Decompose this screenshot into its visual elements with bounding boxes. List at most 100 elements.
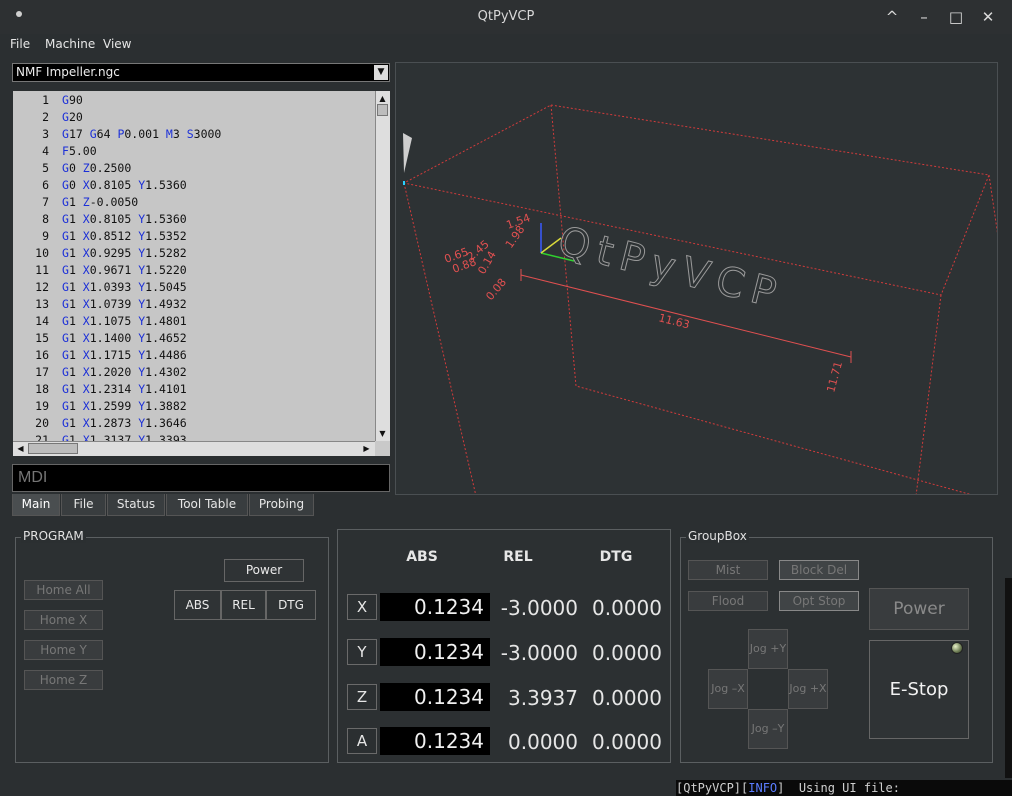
log-level: INFO bbox=[748, 781, 778, 795]
home-all-button[interactable]: Home All bbox=[24, 580, 103, 600]
vertical-scroll-thumb[interactable] bbox=[377, 104, 388, 116]
scroll-corner bbox=[375, 441, 390, 456]
backplot-3d-view[interactable]: QtPyVCP 11.63 11.71 0.08 1.54 1.98 2.45 … bbox=[395, 62, 998, 495]
axis-a-button[interactable]: A bbox=[347, 728, 377, 754]
line-number: 17 bbox=[35, 365, 49, 379]
gcode-line[interactable]: 12 G1 X1.0393 Y1.5045 bbox=[13, 279, 375, 296]
jog-x-minus-button[interactable]: Jog –X bbox=[708, 669, 748, 709]
gcode-line[interactable]: 10 G1 X0.9295 Y1.5282 bbox=[13, 245, 375, 262]
log-message: ] Using UI file: bbox=[777, 781, 908, 795]
gcode-line[interactable]: 2 G20 bbox=[13, 109, 375, 126]
minimize-button[interactable]: – bbox=[913, 6, 935, 28]
close-button[interactable]: ✕ bbox=[977, 6, 999, 28]
home-z-button[interactable]: Home Z bbox=[24, 670, 103, 690]
line-code: G0 Z0.2500 bbox=[62, 161, 132, 175]
gcode-line[interactable]: 20 G1 X1.2873 Y1.3646 bbox=[13, 415, 375, 432]
line-code: G1 X1.2314 Y1.4101 bbox=[62, 382, 187, 396]
line-number: 10 bbox=[35, 246, 49, 260]
dro-rel-mode-button[interactable]: REL bbox=[221, 590, 266, 620]
gcode-line[interactable]: 3 G17 G64 P0.001 M3 S3000 bbox=[13, 126, 375, 143]
home-y-button[interactable]: Home Y bbox=[24, 640, 103, 660]
gcode-line[interactable]: 18 G1 X1.2314 Y1.4101 bbox=[13, 381, 375, 398]
line-code: G1 X0.8512 Y1.5352 bbox=[62, 229, 187, 243]
line-code: G1 X1.1400 Y1.4652 bbox=[62, 331, 187, 345]
line-number: 8 bbox=[42, 212, 49, 226]
scroll-down-arrow-icon[interactable]: ▼ bbox=[377, 428, 388, 439]
a-dtg-value: 0.0000 bbox=[592, 730, 662, 754]
y-rel-value: -3.0000 bbox=[500, 641, 578, 665]
jog-y-minus-button[interactable]: Jog –Y bbox=[748, 709, 788, 749]
dro-abs-mode-button[interactable]: ABS bbox=[174, 590, 221, 620]
machine-power-button[interactable]: Power bbox=[869, 588, 969, 630]
tab-main[interactable]: Main bbox=[12, 494, 60, 516]
tab-status[interactable]: Status bbox=[107, 494, 165, 516]
gcode-line[interactable]: 9 G1 X0.8512 Y1.5352 bbox=[13, 228, 375, 245]
program-title: PROGRAM bbox=[21, 529, 86, 543]
menu-view[interactable]: View bbox=[103, 34, 131, 56]
line-number: 7 bbox=[42, 195, 49, 209]
line-code: G1 X1.2020 Y1.4302 bbox=[62, 365, 187, 379]
gcode-line[interactable]: 6 G0 X0.8105 Y1.5360 bbox=[13, 177, 375, 194]
z-abs-value: 0.1234 bbox=[380, 683, 490, 711]
horizontal-scroll-thumb[interactable] bbox=[28, 443, 78, 454]
combo-dropdown-arrow-icon[interactable]: ▼ bbox=[374, 65, 388, 80]
window-menu-icon[interactable] bbox=[16, 11, 22, 17]
maximize-button[interactable]: □ bbox=[945, 6, 967, 28]
gcode-line[interactable]: 11 G1 X0.9671 Y1.5220 bbox=[13, 262, 375, 279]
x-dtg-value: 0.0000 bbox=[592, 596, 662, 620]
dro-dtg-mode-button[interactable]: DTG bbox=[266, 590, 316, 620]
block-delete-button[interactable]: Block Del bbox=[779, 560, 859, 580]
gcode-line[interactable]: 14 G1 X1.1075 Y1.4801 bbox=[13, 313, 375, 330]
tab-tool-table[interactable]: Tool Table bbox=[166, 494, 248, 516]
mdi-input[interactable] bbox=[12, 464, 390, 492]
estop-status-led-icon bbox=[951, 642, 963, 654]
jog-y-plus-button[interactable]: Jog +Y bbox=[748, 629, 788, 669]
menu-file[interactable]: File bbox=[10, 34, 30, 56]
axis-z-button[interactable]: Z bbox=[347, 684, 377, 710]
gcode-line[interactable]: 16 G1 X1.1715 Y1.4486 bbox=[13, 347, 375, 364]
gcode-line[interactable]: 4 F5.00 bbox=[13, 143, 375, 160]
z-rel-value: 3.3937 bbox=[508, 686, 578, 710]
axis-x-button[interactable]: X bbox=[347, 594, 377, 620]
gcode-editor[interactable]: 1 G90 2 G20 3 G17 G64 P0.001 M3 S3000 4 F5.00 5 G… bbox=[13, 91, 375, 441]
z-extent-label: 0.08 bbox=[483, 276, 509, 303]
tab-file[interactable]: File bbox=[61, 494, 106, 516]
line-number: 21 bbox=[35, 433, 49, 441]
gcode-line[interactable]: 19 G1 X1.2599 Y1.3882 bbox=[13, 398, 375, 415]
gcode-line[interactable]: 17 G1 X1.2020 Y1.4302 bbox=[13, 364, 375, 381]
estop-button[interactable]: E-Stop bbox=[869, 640, 969, 739]
tab-probing[interactable]: Probing bbox=[249, 494, 314, 516]
x-extent-label: 11.63 bbox=[657, 311, 691, 331]
gcode-line[interactable]: 21 G1 X1.3137 Y1.3393 bbox=[13, 432, 375, 441]
dro-header-dtg: DTG bbox=[599, 549, 633, 565]
menu-machine[interactable]: Machine bbox=[45, 34, 95, 56]
gcode-line[interactable]: 7 G1 Z-0.0050 bbox=[13, 194, 375, 211]
line-code: G90 bbox=[62, 93, 83, 107]
scroll-left-arrow-icon[interactable]: ◀ bbox=[15, 443, 26, 454]
jog-x-plus-button[interactable]: Jog +X bbox=[788, 669, 828, 709]
flood-button[interactable]: Flood bbox=[688, 591, 768, 611]
line-number: 2 bbox=[42, 110, 49, 124]
file-select-combo[interactable]: NMF Impeller.ngc bbox=[12, 63, 390, 82]
line-number: 4 bbox=[42, 144, 49, 158]
gcode-line[interactable]: 5 G0 Z0.2500 bbox=[13, 160, 375, 177]
box-front-edge bbox=[915, 294, 942, 494]
line-number: 18 bbox=[35, 382, 49, 396]
keep-above-button[interactable]: ^ bbox=[881, 6, 903, 28]
box-right-edge bbox=[988, 174, 997, 233]
line-code: G1 X1.2873 Y1.3646 bbox=[62, 416, 187, 430]
line-code: G17 G64 P0.001 M3 S3000 bbox=[62, 127, 222, 141]
gcode-line[interactable]: 8 G1 X0.8105 Y1.5360 bbox=[13, 211, 375, 228]
optional-stop-button[interactable]: Opt Stop bbox=[779, 591, 859, 611]
program-power-button[interactable]: Power bbox=[224, 559, 304, 582]
scroll-right-arrow-icon[interactable]: ▶ bbox=[361, 443, 372, 454]
scroll-up-arrow-icon[interactable]: ▲ bbox=[377, 93, 388, 104]
gcode-line[interactable]: 15 G1 X1.1400 Y1.4652 bbox=[13, 330, 375, 347]
gcode-line[interactable]: 13 G1 X1.0739 Y1.4932 bbox=[13, 296, 375, 313]
line-code: G0 X0.8105 Y1.5360 bbox=[62, 178, 187, 192]
editor-vertical-scrollbar[interactable] bbox=[375, 91, 390, 441]
axis-y-button[interactable]: Y bbox=[347, 639, 377, 665]
home-x-button[interactable]: Home X bbox=[24, 610, 103, 630]
mist-button[interactable]: Mist bbox=[688, 560, 768, 580]
gcode-line[interactable]: 1 G90 bbox=[13, 92, 375, 109]
